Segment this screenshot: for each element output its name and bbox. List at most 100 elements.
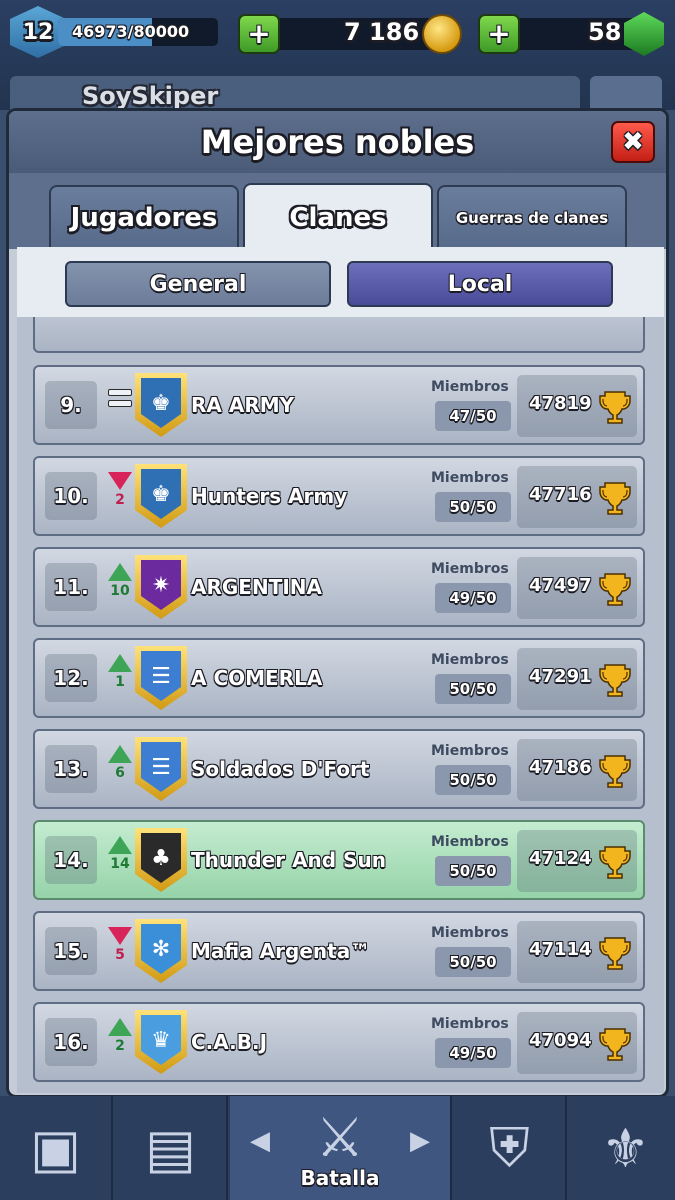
leaderboard-modal: Mejores nobles ✖ Jugadores Clanes Guerra… — [6, 108, 669, 1098]
list-item[interactable]: 13. 6 ☰ Soldados D'Fort Miembros 50/50 47186 — [33, 729, 645, 809]
arrow-left-icon[interactable]: ◀ — [250, 1126, 270, 1156]
king-icon: ♚ — [141, 469, 181, 519]
top-hud: 12 46973/80000 + 7 186 + 58 SoySkiper — [0, 0, 675, 116]
members-label: Miembros — [431, 379, 509, 395]
list-item[interactable]: 14. 14 ♣ Thunder And Sun Miembros 50/50 47124 — [33, 820, 645, 900]
rank-change: 10 — [110, 583, 130, 599]
rank: 13. — [45, 745, 97, 793]
clan-name: Hunters Army — [191, 484, 348, 508]
trophy-box: 47716 — [517, 466, 637, 528]
list-item[interactable]: 15. 5 ✻ Mafia Argenta™ Miembros 50/50 47114 — [33, 911, 645, 991]
xp-text: 46973/80000 — [72, 22, 190, 41]
rank-change-indicator: 14 — [105, 834, 135, 886]
battle-icon: ⚔ — [315, 1105, 365, 1169]
add-gems-button[interactable]: + — [478, 14, 520, 54]
arrow-right-icon[interactable]: ▶ — [410, 1126, 430, 1156]
xp-bar: 46973/80000 — [58, 18, 218, 46]
crown-icon: ♛ — [141, 1015, 181, 1065]
tab-guerras-de-clanes[interactable]: Guerras de clanes — [437, 185, 627, 249]
nav-battle-label: Batalla — [300, 1166, 380, 1190]
members-label: Miembros — [431, 652, 509, 668]
tabs-bar: Jugadores Clanes Guerras de clanes — [9, 173, 666, 251]
gems-amount: 58 — [588, 18, 622, 46]
tab-guerras-label: Guerras de clanes — [455, 209, 609, 227]
rank-change: 2 — [115, 1038, 125, 1054]
members-count: 50/50 — [435, 856, 511, 886]
nav-cards[interactable]: ▤ — [115, 1096, 228, 1200]
trophy-count: 47114 — [529, 939, 592, 960]
clover-icon: ♣ — [141, 833, 181, 883]
tournament-icon: ⚜ — [601, 1116, 650, 1180]
nav-battle[interactable]: ◀ ⚔ ▶ Batalla — [230, 1096, 452, 1200]
nav-clan[interactable]: ⛨ — [454, 1096, 567, 1200]
clan-badge: ♚ — [135, 373, 187, 437]
snowflake-icon: ✻ — [141, 924, 181, 974]
subtab-local[interactable]: Local — [347, 261, 613, 307]
clan-name: C.A.B.J — [191, 1030, 268, 1054]
members-count: 49/50 — [435, 1038, 511, 1068]
tab-clanes[interactable]: Clanes — [243, 183, 433, 251]
clan-name: RA ARMY — [191, 393, 295, 417]
rank-up-icon — [108, 745, 132, 763]
clan-badge: ♛ — [135, 1010, 187, 1074]
profile-name: SoySkiper — [82, 82, 219, 110]
nav-chests[interactable]: ▣ — [0, 1096, 113, 1200]
trophy-icon — [599, 846, 631, 879]
rank-change: 6 — [115, 765, 125, 781]
trophy-box: 47124 — [517, 830, 637, 892]
nav-tournaments[interactable]: ⚜ — [569, 1096, 675, 1200]
trophy-icon — [599, 755, 631, 788]
king-icon: ♚ — [141, 378, 181, 428]
members-count: 50/50 — [435, 492, 511, 522]
trophy-box: 47094 — [517, 1012, 637, 1074]
rank-up-icon — [108, 1018, 132, 1036]
trophy-icon — [599, 573, 631, 606]
trophy-box: 47291 — [517, 648, 637, 710]
list-item[interactable]: 16. 2 ♛ C.A.B.J Miembros 49/50 47094 — [33, 1002, 645, 1082]
rank-same-icon — [108, 400, 132, 407]
rank: 10. — [45, 472, 97, 520]
subtab-general[interactable]: General — [65, 261, 331, 307]
modal-header: Mejores nobles ✖ — [9, 111, 666, 173]
members-count: 50/50 — [435, 765, 511, 795]
rank-change-indicator: 2 — [105, 1016, 135, 1068]
cards-icon: ▤ — [144, 1116, 197, 1180]
rank-same-icon — [108, 389, 132, 396]
rank-up-icon — [108, 654, 132, 672]
rank-up-icon — [108, 836, 132, 854]
members-label: Miembros — [431, 925, 509, 941]
trophy-count: 47186 — [529, 757, 592, 778]
star-icon: ✷ — [141, 560, 181, 610]
trophy-box: 47497 — [517, 557, 637, 619]
rank-change-indicator: 5 — [105, 925, 135, 977]
rank-change-indicator: 2 — [105, 470, 135, 522]
rank-change: 14 — [110, 856, 130, 872]
clan-list[interactable]: 9. ♚ RA ARMY Miembros 47/50 47819 10. 2 ♚ Hunters… — [17, 317, 664, 1093]
rank: 11. — [45, 563, 97, 611]
trophy-icon — [599, 664, 631, 697]
trophy-icon — [599, 391, 631, 424]
trophy-box: 47819 — [517, 375, 637, 437]
tab-jugadores[interactable]: Jugadores — [49, 185, 239, 249]
list-item[interactable]: 10. 2 ♚ Hunters Army Miembros 50/50 47716 — [33, 456, 645, 536]
list-item[interactable]: 11. 10 ✷ ARGENTINA Miembros 49/50 47497 — [33, 547, 645, 627]
list-item-partial[interactable] — [33, 317, 645, 353]
clan-name: Thunder And Sun — [191, 848, 386, 872]
stripes-icon: ☰ — [141, 651, 181, 701]
list-item[interactable]: 12. 1 ☰ A COMERLA Miembros 50/50 47291 — [33, 638, 645, 718]
rank: 9. — [45, 381, 97, 429]
clan-name: ARGENTINA — [191, 575, 322, 599]
rank-change-indicator: 6 — [105, 743, 135, 795]
trophy-count: 47497 — [529, 575, 592, 596]
trophy-count: 47291 — [529, 666, 592, 687]
members-label: Miembros — [431, 743, 509, 759]
trophy-count: 47819 — [529, 393, 592, 414]
rank-change: 1 — [115, 674, 125, 690]
chest-icon: ▣ — [29, 1116, 82, 1180]
rank-change-indicator — [105, 379, 135, 431]
close-button[interactable]: ✖ — [611, 121, 655, 163]
members-count: 47/50 — [435, 401, 511, 431]
list-item[interactable]: 9. ♚ RA ARMY Miembros 47/50 47819 — [33, 365, 645, 445]
subtabs-bar: General Local — [17, 247, 664, 317]
add-gold-button[interactable]: + — [238, 14, 280, 54]
